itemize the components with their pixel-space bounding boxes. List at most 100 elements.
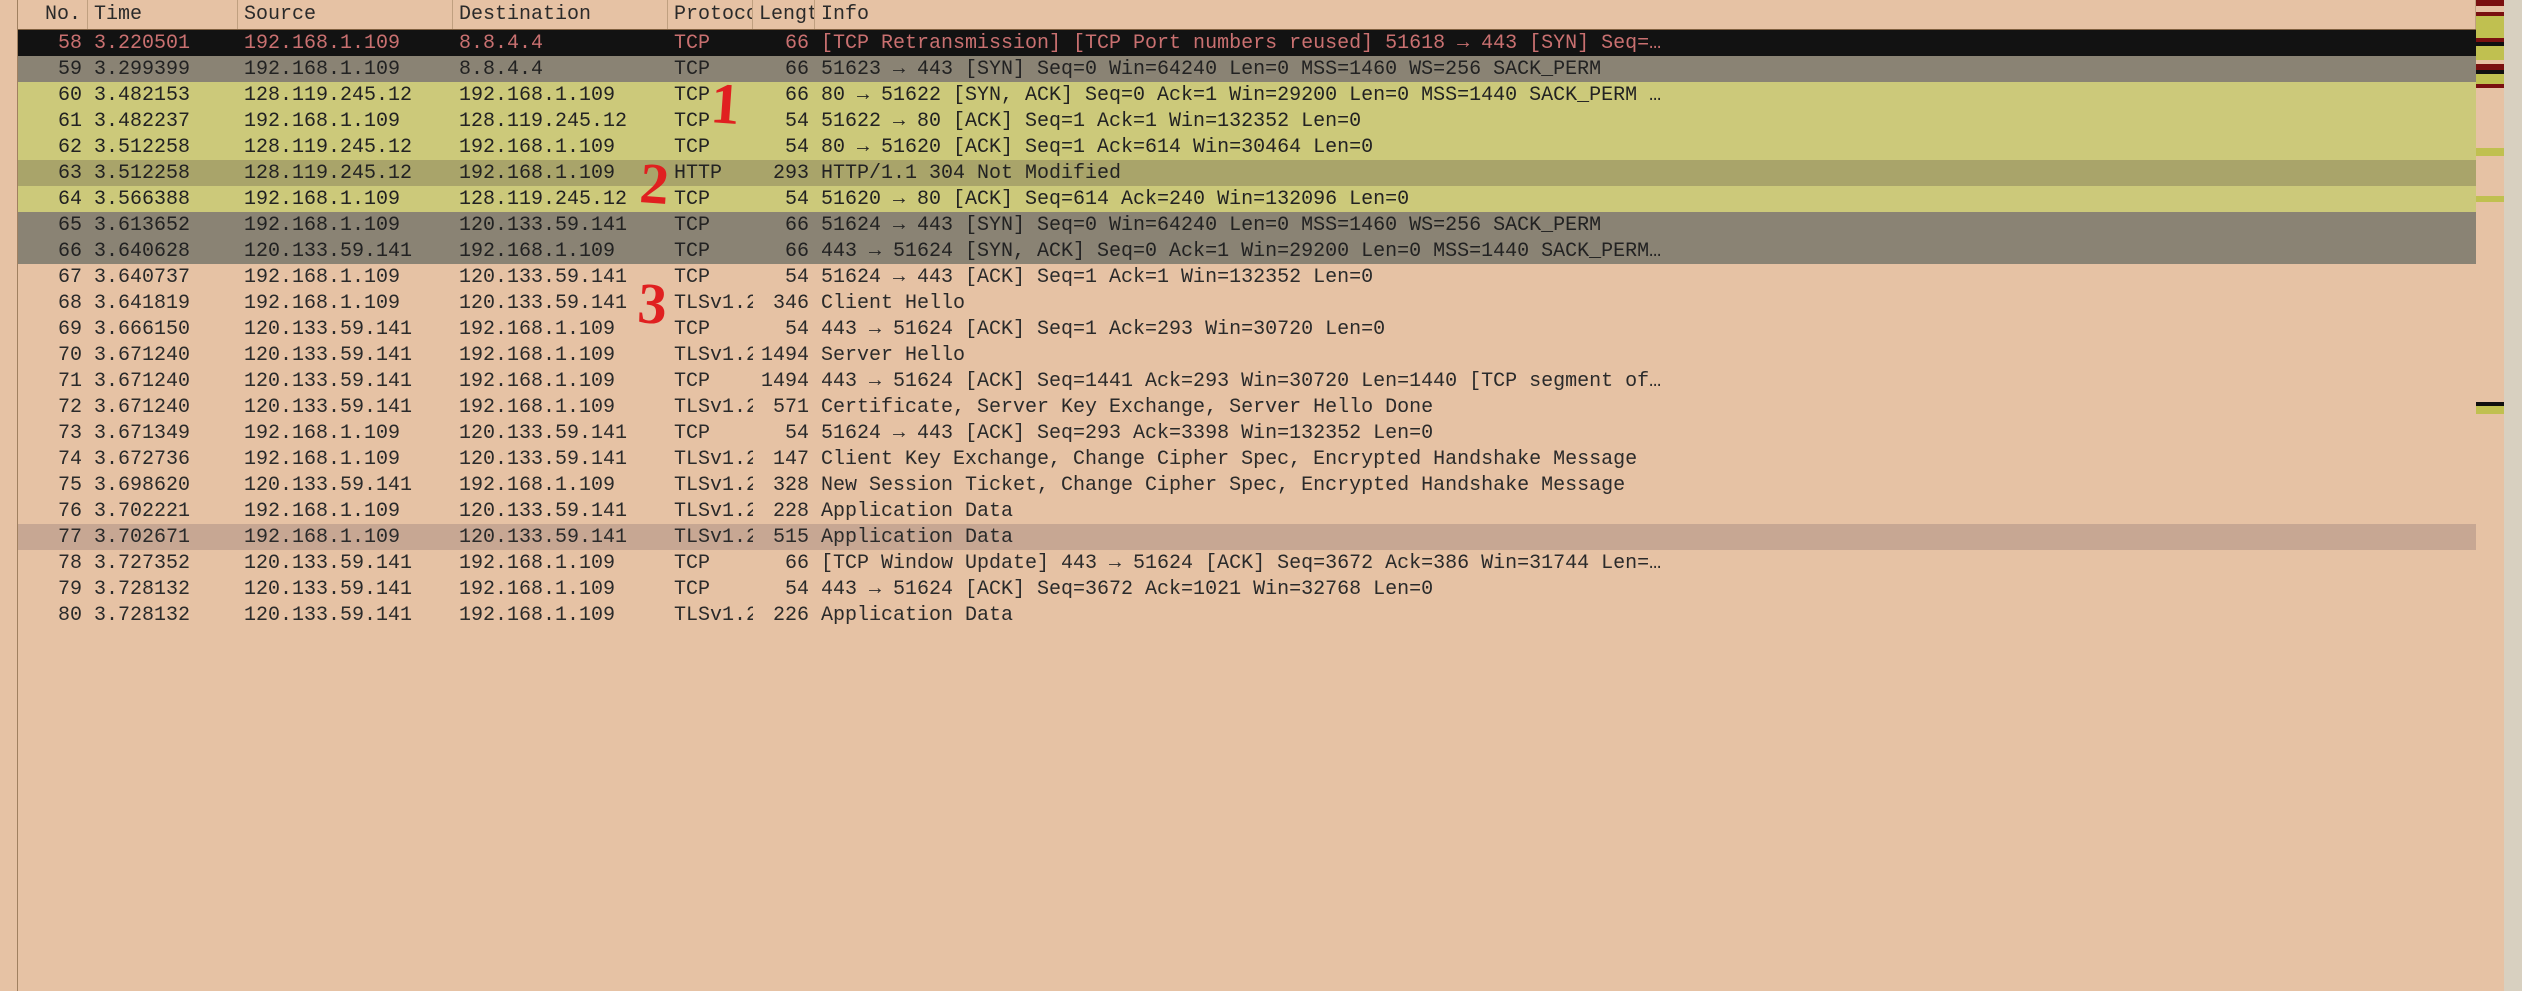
- table-row[interactable]: 643.566388192.168.1.109128.119.245.12TCP…: [18, 186, 2476, 212]
- table-row[interactable]: 703.671240120.133.59.141192.168.1.109TLS…: [18, 342, 2476, 368]
- cell-no: 59: [18, 58, 88, 81]
- table-row[interactable]: 743.672736192.168.1.109120.133.59.141TLS…: [18, 446, 2476, 472]
- table-row[interactable]: 693.666150120.133.59.141192.168.1.109TCP…: [18, 316, 2476, 342]
- cell-protocol: TCP: [668, 266, 753, 289]
- cell-info: 51623 → 443 [SYN] Seq=0 Win=64240 Len=0 …: [815, 58, 2476, 81]
- table-row[interactable]: 723.671240120.133.59.141192.168.1.109TLS…: [18, 394, 2476, 420]
- cell-no: 61: [18, 110, 88, 133]
- cell-destination: 192.168.1.109: [453, 552, 668, 575]
- table-row[interactable]: 633.512258128.119.245.12192.168.1.109HTT…: [18, 160, 2476, 186]
- minimap-mark: [2476, 406, 2504, 414]
- cell-length: 54: [753, 188, 815, 211]
- header-length[interactable]: Length: [753, 0, 815, 29]
- header-no[interactable]: No.: [18, 0, 88, 29]
- table-row[interactable]: 713.671240120.133.59.141192.168.1.109TCP…: [18, 368, 2476, 394]
- cell-destination: 120.133.59.141: [453, 214, 668, 237]
- cell-length: 346: [753, 292, 815, 315]
- cell-info: [TCP Window Update] 443 → 51624 [ACK] Se…: [815, 552, 2476, 575]
- cell-time: 3.671240: [88, 344, 238, 367]
- cell-protocol: TLSv1.2: [668, 474, 753, 497]
- table-row[interactable]: 613.482237192.168.1.109128.119.245.12TCP…: [18, 108, 2476, 134]
- cell-no: 62: [18, 136, 88, 159]
- table-row[interactable]: 623.512258128.119.245.12192.168.1.109TCP…: [18, 134, 2476, 160]
- table-row[interactable]: 593.299399192.168.1.1098.8.4.4TCP6651623…: [18, 56, 2476, 82]
- cell-no: 69: [18, 318, 88, 341]
- cell-info: Server Hello: [815, 344, 2476, 367]
- header-time[interactable]: Time: [88, 0, 238, 29]
- header-source[interactable]: Source: [238, 0, 453, 29]
- cell-length: 147: [753, 448, 815, 471]
- minimap[interactable]: [2476, 0, 2504, 991]
- table-row[interactable]: 733.671349192.168.1.109120.133.59.141TCP…: [18, 420, 2476, 446]
- scrollbar-vertical[interactable]: [2504, 0, 2522, 991]
- cell-source: 192.168.1.109: [238, 110, 453, 133]
- cell-destination: 192.168.1.109: [453, 344, 668, 367]
- cell-source: 128.119.245.12: [238, 136, 453, 159]
- header-info[interactable]: Info: [815, 0, 2476, 29]
- cell-time: 3.702221: [88, 500, 238, 523]
- table-row[interactable]: 663.640628120.133.59.141192.168.1.109TCP…: [18, 238, 2476, 264]
- cell-no: 65: [18, 214, 88, 237]
- cell-source: 192.168.1.109: [238, 500, 453, 523]
- cell-protocol: TLSv1.2: [668, 526, 753, 549]
- cell-time: 3.512258: [88, 136, 238, 159]
- cell-destination: 120.133.59.141: [453, 292, 668, 315]
- table-row[interactable]: 583.220501192.168.1.1098.8.4.4TCP66[TCP …: [18, 30, 2476, 56]
- cell-protocol: TCP: [668, 552, 753, 575]
- packet-rows[interactable]: 583.220501192.168.1.1098.8.4.4TCP66[TCP …: [18, 30, 2476, 991]
- cell-source: 120.133.59.141: [238, 552, 453, 575]
- cell-source: 128.119.245.12: [238, 84, 453, 107]
- cell-time: 3.299399: [88, 58, 238, 81]
- cell-destination: 120.133.59.141: [453, 526, 668, 549]
- cell-time: 3.671349: [88, 422, 238, 445]
- minimap-mark: [2476, 46, 2504, 60]
- table-row[interactable]: 683.641819192.168.1.109120.133.59.141TLS…: [18, 290, 2476, 316]
- cell-length: 66: [753, 214, 815, 237]
- table-row[interactable]: 783.727352120.133.59.141192.168.1.109TCP…: [18, 550, 2476, 576]
- cell-protocol: TCP: [668, 240, 753, 263]
- table-row[interactable]: 763.702221192.168.1.109120.133.59.141TLS…: [18, 498, 2476, 524]
- table-row[interactable]: 793.728132120.133.59.141192.168.1.109TCP…: [18, 576, 2476, 602]
- cell-time: 3.728132: [88, 578, 238, 601]
- minimap-mark: [2476, 74, 2504, 84]
- cell-info: New Session Ticket, Change Cipher Spec, …: [815, 474, 2476, 497]
- table-row[interactable]: 753.698620120.133.59.141192.168.1.109TLS…: [18, 472, 2476, 498]
- cell-source: 120.133.59.141: [238, 396, 453, 419]
- cell-info: 443 → 51624 [ACK] Seq=1 Ack=293 Win=3072…: [815, 318, 2476, 341]
- minimap-mark: [2476, 202, 2504, 402]
- cell-no: 76: [18, 500, 88, 523]
- cell-length: 66: [753, 32, 815, 55]
- cell-no: 73: [18, 422, 88, 445]
- cell-destination: 128.119.245.12: [453, 110, 668, 133]
- table-row[interactable]: 803.728132120.133.59.141192.168.1.109TLS…: [18, 602, 2476, 628]
- table-row[interactable]: 773.702671192.168.1.109120.133.59.141TLS…: [18, 524, 2476, 550]
- table-row[interactable]: 603.482153128.119.245.12192.168.1.109TCP…: [18, 82, 2476, 108]
- cell-length: 66: [753, 552, 815, 575]
- header-destination[interactable]: Destination: [453, 0, 668, 29]
- minimap-mark: [2476, 148, 2504, 156]
- packet-list-pane: No. Time Source Destination Protocol Len…: [0, 0, 2522, 991]
- cell-no: 68: [18, 292, 88, 315]
- cell-source: 192.168.1.109: [238, 188, 453, 211]
- cell-source: 192.168.1.109: [238, 292, 453, 315]
- cell-source: 192.168.1.109: [238, 214, 453, 237]
- table-row[interactable]: 673.640737192.168.1.109120.133.59.141TCP…: [18, 264, 2476, 290]
- column-headers[interactable]: No. Time Source Destination Protocol Len…: [18, 0, 2476, 30]
- cell-time: 3.482237: [88, 110, 238, 133]
- cell-protocol: TCP: [668, 578, 753, 601]
- header-protocol[interactable]: Protocol: [668, 0, 753, 29]
- table-row[interactable]: 653.613652192.168.1.109120.133.59.141TCP…: [18, 212, 2476, 238]
- cell-destination: 120.133.59.141: [453, 266, 668, 289]
- cell-destination: 120.133.59.141: [453, 448, 668, 471]
- cell-time: 3.671240: [88, 370, 238, 393]
- cell-length: 66: [753, 240, 815, 263]
- cell-info: Client Hello: [815, 292, 2476, 315]
- cell-time: 3.702671: [88, 526, 238, 549]
- cell-time: 3.666150: [88, 318, 238, 341]
- cell-no: 79: [18, 578, 88, 601]
- cell-protocol: TCP: [668, 188, 753, 211]
- cell-protocol: TCP: [668, 110, 753, 133]
- cell-source: 120.133.59.141: [238, 318, 453, 341]
- cell-info: 51624 → 443 [SYN] Seq=0 Win=64240 Len=0 …: [815, 214, 2476, 237]
- cell-source: 192.168.1.109: [238, 526, 453, 549]
